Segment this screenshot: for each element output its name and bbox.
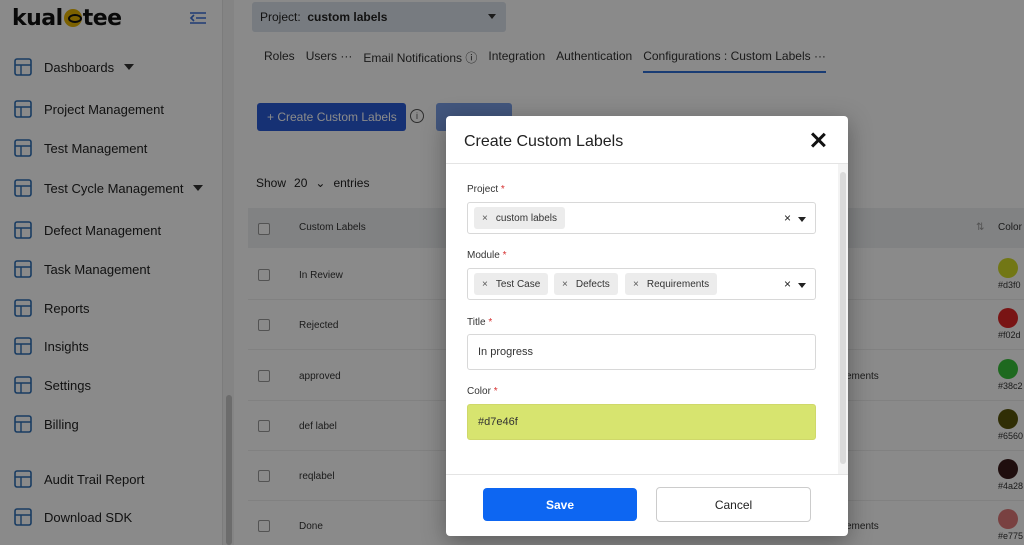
project-chip: × custom labels xyxy=(474,207,565,229)
dialog-scroll-thumb[interactable] xyxy=(840,172,846,464)
color-input[interactable]: #d7e46f xyxy=(467,404,816,440)
module-field-label: Module * xyxy=(467,250,507,261)
close-icon[interactable] xyxy=(810,132,826,148)
module-chip-test-case: × Test Case xyxy=(474,273,549,295)
title-field-label: Title * xyxy=(467,317,493,328)
module-multiselect[interactable]: × Test Case × Defects × Requirements × xyxy=(467,268,816,300)
color-field-label: Color * xyxy=(467,386,498,397)
chip-remove-icon[interactable]: × xyxy=(562,279,568,290)
color-input-value: #d7e46f xyxy=(478,416,518,428)
save-button[interactable]: Save xyxy=(483,488,637,521)
title-input[interactable]: In progress xyxy=(467,334,816,370)
project-multiselect[interactable]: × custom labels × xyxy=(467,202,816,234)
chevron-down-icon[interactable] xyxy=(798,283,806,288)
create-custom-labels-dialog: Create Custom Labels Project * × custom l… xyxy=(446,116,848,536)
chip-remove-icon[interactable]: × xyxy=(482,279,488,290)
title-input-value: In progress xyxy=(478,346,534,358)
dialog-scrollbar[interactable] xyxy=(838,164,848,474)
dialog-title: Create Custom Labels xyxy=(464,133,624,150)
chip-remove-icon[interactable]: × xyxy=(633,279,639,290)
chevron-down-icon[interactable] xyxy=(798,217,806,222)
module-chip-requirements: × Requirements xyxy=(625,273,718,295)
cancel-button-label: Cancel xyxy=(714,497,753,512)
chip-remove-icon[interactable]: × xyxy=(482,213,488,224)
dialog-body: Project * × custom labels × Module * × Tes… xyxy=(446,164,848,474)
clear-icon[interactable]: × xyxy=(784,211,791,225)
cancel-button[interactable]: Cancel xyxy=(656,487,811,522)
save-button-label: Save xyxy=(545,497,575,512)
dialog-footer-divider xyxy=(446,474,848,475)
project-field-label: Project * xyxy=(467,184,505,195)
clear-icon[interactable]: × xyxy=(784,277,791,291)
module-chip-defects: × Defects xyxy=(554,273,618,295)
